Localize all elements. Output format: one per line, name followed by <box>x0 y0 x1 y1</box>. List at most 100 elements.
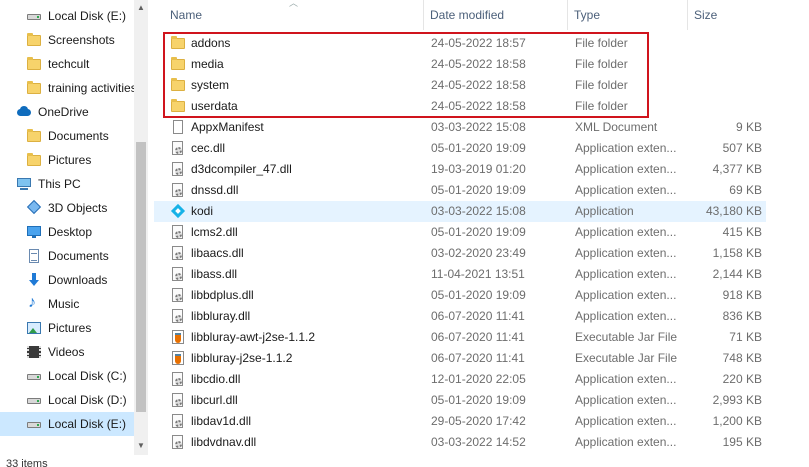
file-size: 415 KB <box>722 225 762 239</box>
file-size: 43,180 KB <box>705 204 762 218</box>
file-size <box>690 75 762 96</box>
cloud-icon <box>16 104 32 120</box>
folder-icon <box>170 35 186 51</box>
file-name: userdata <box>191 99 238 113</box>
nav-item[interactable]: Local Disk (C:) <box>0 364 134 388</box>
file-size: 195 KB <box>722 435 762 449</box>
column-header-size[interactable]: Size <box>688 0 768 30</box>
kodi-icon <box>170 203 186 219</box>
file-type: File folder <box>575 78 628 92</box>
scroll-up-arrow-icon[interactable]: ▲ <box>137 3 145 12</box>
nav-item[interactable]: Local Disk (D:) <box>0 388 134 412</box>
nav-item-label: Local Disk (C:) <box>48 369 127 383</box>
file-row[interactable]: libbluray.dll 06-07-2020 11:41 Application… <box>154 306 766 327</box>
file-date: 29-05-2020 17:42 <box>431 414 526 428</box>
file-row[interactable]: libaacs.dll 03-02-2020 23:49 Application e… <box>154 243 766 264</box>
file-size: 748 KB <box>722 351 762 365</box>
file-date: 05-01-2020 19:09 <box>431 141 526 155</box>
nav-item[interactable]: This PC <box>0 172 134 196</box>
file-size: 4,377 KB <box>712 162 762 176</box>
nav-item[interactable]: training activities <box>0 76 134 100</box>
nav-item-label: 3D Objects <box>48 201 108 215</box>
file-size: 918 KB <box>722 288 762 302</box>
file-row[interactable]: libbdplus.dll 05-01-2020 19:09 Application… <box>154 285 766 306</box>
nav-item-label: training activities <box>48 81 134 95</box>
nav-item[interactable]: Local Disk (E:) <box>0 412 134 436</box>
file-name: lcms2.dll <box>191 225 238 239</box>
nav-scrollbar[interactable]: ▲ ▼ <box>134 0 148 455</box>
music-icon <box>26 294 42 312</box>
file-name: libdav1d.dll <box>191 414 252 428</box>
dll-icon <box>170 392 186 408</box>
file-row[interactable]: lcms2.dll 05-01-2020 19:09 Application ext… <box>154 222 766 243</box>
jar-icon <box>170 329 186 345</box>
file-date: 03-03-2022 14:52 <box>431 435 526 449</box>
file-name: libcurl.dll <box>191 393 238 407</box>
nav-item[interactable]: techcult <box>0 52 134 76</box>
file-size: 507 KB <box>722 141 762 155</box>
nav-item[interactable]: Downloads <box>0 268 134 292</box>
file-row[interactable]: libbluray-awt-j2se-1.1.2 06-07-2020 11:41… <box>154 327 766 348</box>
column-header-date-label: Date modified <box>430 8 505 22</box>
file-date: 12-01-2020 22:05 <box>431 372 526 386</box>
drive-icon <box>26 368 42 384</box>
file-name: system <box>191 78 230 92</box>
file-name: libbluray.dll <box>191 309 251 323</box>
nav-item[interactable]: Documents <box>0 124 134 148</box>
file-row[interactable]: userdata 24-05-2022 18:58 File folder <box>154 96 766 117</box>
file-row[interactable]: libcurl.dll 05-01-2020 19:09 Application e… <box>154 390 766 411</box>
nav-item-label: Screenshots <box>48 33 115 47</box>
dll-icon <box>170 308 186 324</box>
scroll-down-arrow-icon[interactable]: ▼ <box>137 441 145 450</box>
nav-item[interactable]: Pictures <box>0 316 134 340</box>
nav-item[interactable]: Screenshots <box>0 28 134 52</box>
file-name: kodi <box>191 204 214 218</box>
file-type: File folder <box>575 99 628 113</box>
file-row[interactable]: AppxManifest 03-03-2022 15:08 XML Document… <box>154 117 766 138</box>
file-row[interactable]: media 24-05-2022 18:58 File folder <box>154 54 766 75</box>
file-row[interactable]: cec.dll 05-01-2020 19:09 Application exten… <box>154 138 766 159</box>
file-row[interactable]: libass.dll 11-04-2021 13:51 Application ex… <box>154 264 766 285</box>
file-row[interactable]: addons 24-05-2022 18:57 File folder <box>154 33 766 54</box>
nav-item-label: Videos <box>48 345 85 359</box>
file-row[interactable]: d3dcompiler_47.dll 19-03-2019 01:20 Applic… <box>154 159 766 180</box>
nav-item[interactable]: Music <box>0 292 134 316</box>
nav-item[interactable]: OneDrive <box>0 100 134 124</box>
column-header-type[interactable]: Type <box>568 0 688 30</box>
file-type: Executable Jar File <box>575 351 678 365</box>
navigation-pane: Local Disk (E:) Screenshots techcult traini… <box>0 0 148 455</box>
folder-icon <box>170 98 186 114</box>
column-header-date[interactable]: Date modified <box>424 0 568 30</box>
file-row[interactable]: libdvdnav.dll 03-03-2022 14:52 Application… <box>154 432 766 453</box>
nav-item-label: Local Disk (E:) <box>48 9 127 23</box>
file-date: 24-05-2022 18:57 <box>431 36 526 50</box>
nav-item-label: Music <box>48 297 80 311</box>
folder-icon <box>170 56 186 72</box>
dll-icon <box>170 245 186 261</box>
dll-icon <box>170 266 186 282</box>
nav-item[interactable]: Desktop <box>0 220 134 244</box>
file-name: media <box>191 57 224 71</box>
file-row[interactable]: dnssd.dll 05-01-2020 19:09 Application ext… <box>154 180 766 201</box>
dll-icon <box>170 224 186 240</box>
file-type: Application exten... <box>575 246 677 260</box>
file-row[interactable]: kodi 03-03-2022 15:08 Application 43,180 KB <box>154 201 766 222</box>
folder-icon <box>26 32 42 48</box>
column-header-size-label: Size <box>694 8 718 22</box>
nav-scroll-thumb[interactable] <box>136 142 146 412</box>
file-date: 24-05-2022 18:58 <box>431 78 526 92</box>
column-header-name[interactable]: Name <box>164 0 424 30</box>
column-header-row: ︿ Name Date modified Type Size <box>154 0 809 30</box>
nav-item[interactable]: Videos <box>0 340 134 364</box>
column-header-name-label: Name <box>170 8 203 22</box>
nav-item[interactable]: Pictures <box>0 148 134 172</box>
file-row[interactable]: libbluray-j2se-1.1.2 06-07-2020 11:41 Exec… <box>154 348 766 369</box>
file-row[interactable]: system 24-05-2022 18:58 File folder <box>154 75 766 96</box>
file-row[interactable]: libdav1d.dll 29-05-2020 17:42 Application … <box>154 411 766 432</box>
nav-item[interactable]: 3D Objects <box>0 196 134 220</box>
file-row[interactable]: libcdio.dll 12-01-2020 22:05 Application e… <box>154 369 766 390</box>
nav-item[interactable]: Documents <box>0 244 134 268</box>
nav-item-label: Local Disk (E:) <box>48 417 127 431</box>
nav-item-label: techcult <box>48 57 90 71</box>
nav-item[interactable]: Local Disk (E:) <box>0 4 134 28</box>
